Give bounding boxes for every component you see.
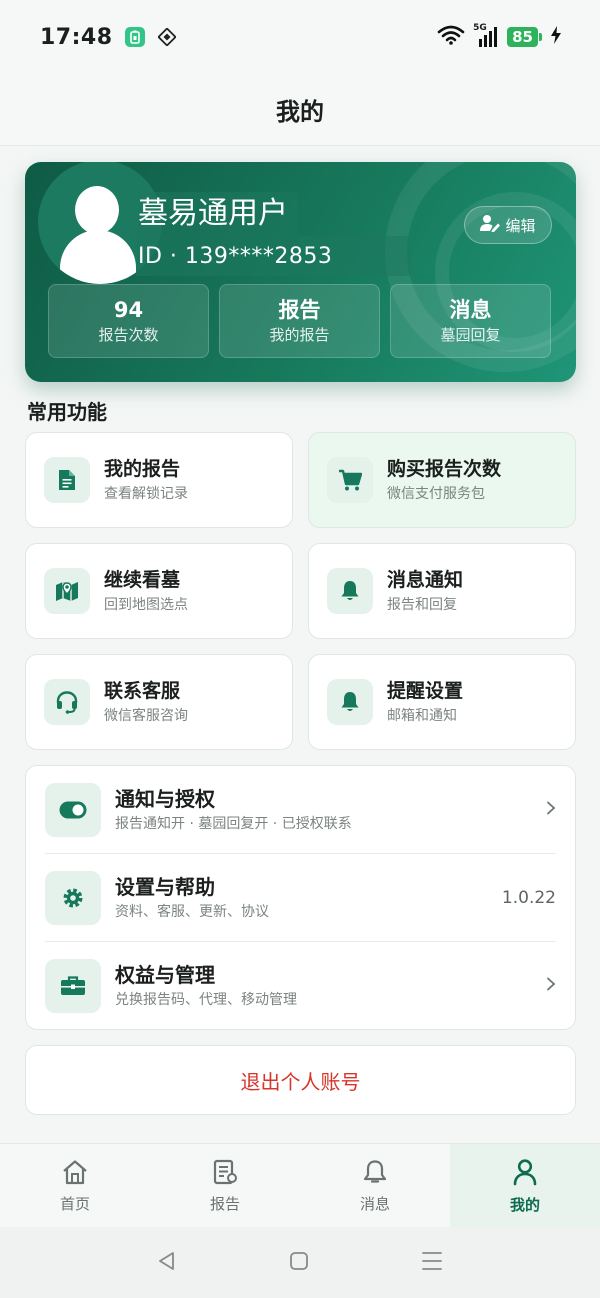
battery-level: 85 xyxy=(507,27,538,47)
feature-subtitle: 报告和回复 xyxy=(387,596,457,613)
status-time: 17:48 xyxy=(40,24,113,50)
battery-indicator: 85 xyxy=(507,27,542,47)
tab-label: 首页 xyxy=(59,1194,90,1213)
stat-messages[interactable]: 消息 墓园回复 xyxy=(390,284,551,358)
title-bar: 我的 xyxy=(0,74,600,146)
chevron-right-icon xyxy=(546,976,556,996)
recents-icon[interactable] xyxy=(420,1250,444,1276)
home-icon xyxy=(61,1159,89,1189)
settings-row-management[interactable]: 权益与管理 兑换报告码、代理、移动管理 xyxy=(45,942,556,1030)
tab-home[interactable]: 首页 xyxy=(0,1144,150,1228)
tab-label: 报告 xyxy=(209,1194,240,1213)
feature-continue-browsing[interactable]: 继续看墓 回到地图选点 xyxy=(25,543,293,639)
bell-icon xyxy=(327,568,373,614)
row-title: 设置与帮助 xyxy=(115,874,215,899)
settings-row-help[interactable]: 设置与帮助 资料、客服、更新、协议 1.0.22 xyxy=(45,854,556,942)
settings-row-notifications[interactable]: 通知与授权 报告通知开 · 墓园回复开 · 已授权联系 xyxy=(45,766,556,854)
battery-saver-icon xyxy=(124,27,145,47)
feature-title: 联系客服 xyxy=(104,679,181,702)
tab-report[interactable]: 报告 xyxy=(150,1144,300,1228)
logout-button[interactable]: 退出个人账号 xyxy=(25,1045,576,1115)
bottom-tab-bar: 首页 报告 消息 我的 xyxy=(0,1143,600,1228)
feature-subtitle: 查看解锁记录 xyxy=(104,485,188,502)
report-icon xyxy=(211,1159,239,1189)
feature-title: 继续看墓 xyxy=(104,568,181,591)
stat-my-reports[interactable]: 报告 我的报告 xyxy=(219,284,380,358)
bell-icon xyxy=(361,1159,389,1189)
stat-value: 消息 xyxy=(449,298,492,322)
feature-my-reports[interactable]: 我的报告 查看解锁记录 xyxy=(25,432,293,528)
app-notification-icon xyxy=(157,27,177,47)
stats-row: 94 报告次数 报告 我的报告 消息 墓园回复 xyxy=(48,284,551,358)
edit-label: 编辑 xyxy=(505,216,536,235)
status-bar: 17:48 5G 85 xyxy=(0,0,600,74)
row-subtitle: 兑换报告码、代理、移动管理 xyxy=(115,992,297,1008)
bell-icon xyxy=(327,679,373,725)
settings-list: 通知与授权 报告通知开 · 墓园回复开 · 已授权联系 设置与帮助 资料、客服、… xyxy=(25,765,576,1030)
feature-subtitle: 微信支付服务包 xyxy=(387,485,485,502)
feature-title: 购买报告次数 xyxy=(387,457,502,480)
back-icon[interactable] xyxy=(156,1250,178,1276)
chevron-right-icon xyxy=(546,800,556,820)
feature-title: 我的报告 xyxy=(104,457,181,480)
stat-label: 我的报告 xyxy=(269,326,330,344)
gear-icon xyxy=(45,870,101,925)
feature-subtitle: 回到地图选点 xyxy=(104,596,188,613)
stat-value: 94 xyxy=(113,298,144,322)
row-subtitle: 资料、客服、更新、协议 xyxy=(115,903,269,920)
tab-label: 我的 xyxy=(509,1195,540,1214)
feature-reminder-settings[interactable]: 提醒设置 邮箱和通知 xyxy=(308,654,576,750)
toggle-icon xyxy=(45,782,101,837)
row-title: 通知与授权 xyxy=(115,786,215,811)
app-version: 1.0.22 xyxy=(501,887,556,908)
person-icon xyxy=(511,1158,539,1190)
signal-icon: 5G xyxy=(473,23,499,48)
home-button-icon[interactable] xyxy=(288,1250,310,1276)
feature-subtitle: 微信客服咨询 xyxy=(104,707,188,724)
document-icon xyxy=(44,457,90,503)
user-id: ID · 139****2853 xyxy=(136,236,411,276)
map-icon xyxy=(44,568,90,614)
stat-report-count[interactable]: 94 报告次数 xyxy=(48,284,209,358)
user-edit-icon xyxy=(480,214,501,236)
feature-title: 消息通知 xyxy=(387,568,464,591)
stat-label: 报告次数 xyxy=(98,326,159,344)
section-title: 常用功能 xyxy=(27,400,107,424)
feature-subtitle: 邮箱和通知 xyxy=(387,707,457,724)
headset-icon xyxy=(44,679,90,725)
username: 墓易通用户 xyxy=(138,192,298,236)
feature-grid: 我的报告 查看解锁记录 购买报告次数 微信支付服务包 继续看墓 回到地图选点 消… xyxy=(25,432,576,750)
stat-label: 墓园回复 xyxy=(440,326,501,344)
tab-mine[interactable]: 我的 xyxy=(450,1144,600,1228)
feature-notifications[interactable]: 消息通知 报告和回复 xyxy=(308,543,576,639)
feature-customer-service[interactable]: 联系客服 微信客服咨询 xyxy=(25,654,293,750)
wifi-icon xyxy=(437,25,465,49)
page-title: 我的 xyxy=(276,98,324,126)
system-navigation-bar xyxy=(0,1227,600,1298)
row-title: 权益与管理 xyxy=(115,963,215,987)
feature-title: 提醒设置 xyxy=(387,679,464,702)
charging-icon xyxy=(550,26,562,48)
cart-icon xyxy=(327,457,373,503)
edit-profile-button[interactable]: 编辑 xyxy=(464,206,552,244)
feature-buy-reports[interactable]: 购买报告次数 微信支付服务包 xyxy=(308,432,576,528)
stat-value: 报告 xyxy=(278,298,321,322)
tab-label: 消息 xyxy=(359,1194,390,1213)
toolbox-icon xyxy=(45,959,101,1013)
tab-messages[interactable]: 消息 xyxy=(300,1144,450,1228)
row-subtitle: 报告通知开 · 墓园回复开 · 已授权联系 xyxy=(115,815,352,832)
profile-card: 墓易通用户 ID · 139****2853 编辑 94 报告次数 报告 我的报… xyxy=(25,162,576,382)
